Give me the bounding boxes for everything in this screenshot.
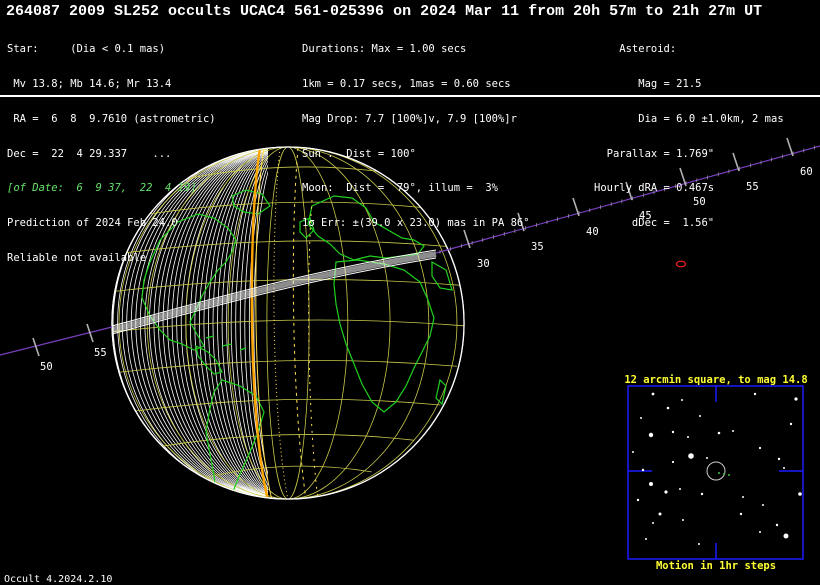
star-details: Star: (Dia < 0.1 mas) Mv 13.8; Mb 14.6; … (7, 21, 216, 288)
asteroid-dia: Dia = 6.0 ±1.0km, 2 mas (594, 112, 784, 125)
catalog-star (645, 538, 647, 540)
track-time-label: 35 (531, 241, 544, 253)
catalog-star (687, 436, 689, 438)
catalog-star (648, 432, 654, 438)
star-mag-line: Mv 13.8; Mb 14.6; Mr 13.4 (7, 77, 172, 90)
mag-drop-line: Mag Drop: 7.7 [100%]v, 7.9 [100%]r (302, 112, 517, 125)
track-time-label: 50 (40, 361, 53, 373)
event-title: 264087 2009 SL252 occults UCAC4 561-0253… (6, 3, 763, 20)
catalog-star (759, 531, 761, 533)
star-line: Star: (Dia < 0.1 mas) (7, 43, 166, 56)
durations-line: Durations: Max = 1.00 secs (302, 43, 467, 56)
catalog-star (783, 467, 785, 469)
star-ra-line: RA = 6 8 9.7610 (astrometric) (7, 112, 216, 125)
catalog-star (688, 453, 694, 459)
catalog-star (700, 492, 704, 496)
catalog-star (775, 523, 779, 527)
catalog-star (798, 492, 802, 496)
star-dec-line: Dec = 22 4 29.337 ... (7, 147, 172, 160)
catalog-star (742, 496, 744, 498)
track-time-label: 55 (94, 347, 107, 359)
prediction-date: Prediction of 2024 Feb 24.0 (7, 217, 178, 230)
moon-line: Moon: Dist = 79°, illum = 3% (302, 182, 498, 195)
catalog-star (652, 522, 654, 524)
error-line: 1σ Err: ±(39.0 x 23.0) mas in PA 86° (302, 217, 530, 230)
starchart-title: 12 arcmin square, to mag 14.8 (624, 374, 807, 386)
catalog-star (641, 468, 645, 472)
asteroid-details: Asteroid: Mag = 21.5 Dia = 6.0 ±1.0km, 2… (594, 21, 784, 253)
track-time-label: 30 (477, 258, 490, 270)
catalog-star (783, 533, 789, 539)
asteroid-ddec: dDec = 1.56" (594, 217, 715, 230)
sun-line: Sun : Dist = 100° (302, 147, 416, 160)
catalog-star (681, 399, 683, 401)
star-of-date-line: [of Date: 6 9 37, 22 4 19] (7, 182, 197, 195)
event-details: Durations: Max = 1.00 secs 1km = 0.17 se… (302, 21, 530, 253)
catalog-star (739, 512, 743, 516)
header-panel: 264087 2009 SL252 occults UCAC4 561-0253… (0, 0, 820, 263)
catalog-star (698, 543, 700, 545)
catalog-star (794, 397, 798, 401)
track-time-label: 60 (800, 166, 813, 178)
asteroid-mag: Mag = 21.5 (594, 77, 702, 90)
catalog-star (789, 422, 793, 426)
catalog-star (651, 392, 655, 396)
catalog-star (671, 460, 675, 464)
catalog-star (664, 490, 668, 494)
asteroid-heading: Asteroid: (594, 43, 677, 56)
catalog-star (753, 392, 757, 396)
catalog-star (706, 457, 708, 459)
asteroid-marker (675, 260, 687, 268)
version-footer: Occult 4.2024.2.10 (4, 574, 113, 585)
starchart-caption: Motion in 1hr steps (656, 560, 776, 572)
catalog-star (762, 504, 764, 506)
catalog-star (671, 430, 675, 434)
catalog-star (666, 406, 670, 410)
header-divider (0, 95, 820, 97)
catalog-star (682, 519, 684, 521)
catalog-star (717, 431, 721, 435)
reliability-line: Reliable not available (7, 251, 147, 264)
catalog-star (632, 451, 634, 453)
catalog-star (777, 457, 781, 461)
catalog-star (658, 512, 662, 516)
asteroid-dra: Hourly dRA = 0.467s (594, 182, 715, 195)
catalog-star (732, 430, 734, 432)
catalog-star (699, 415, 701, 417)
catalog-star (636, 498, 640, 502)
catalog-star (679, 488, 681, 490)
scale-line: 1km = 0.17 secs, 1mas = 0.60 secs (302, 77, 511, 90)
catalog-star (640, 417, 642, 419)
catalog-star (758, 446, 762, 450)
catalog-star (649, 482, 653, 486)
star-chart (627, 385, 804, 560)
asteroid-parallax: Parallax = 1.769" (594, 147, 715, 160)
